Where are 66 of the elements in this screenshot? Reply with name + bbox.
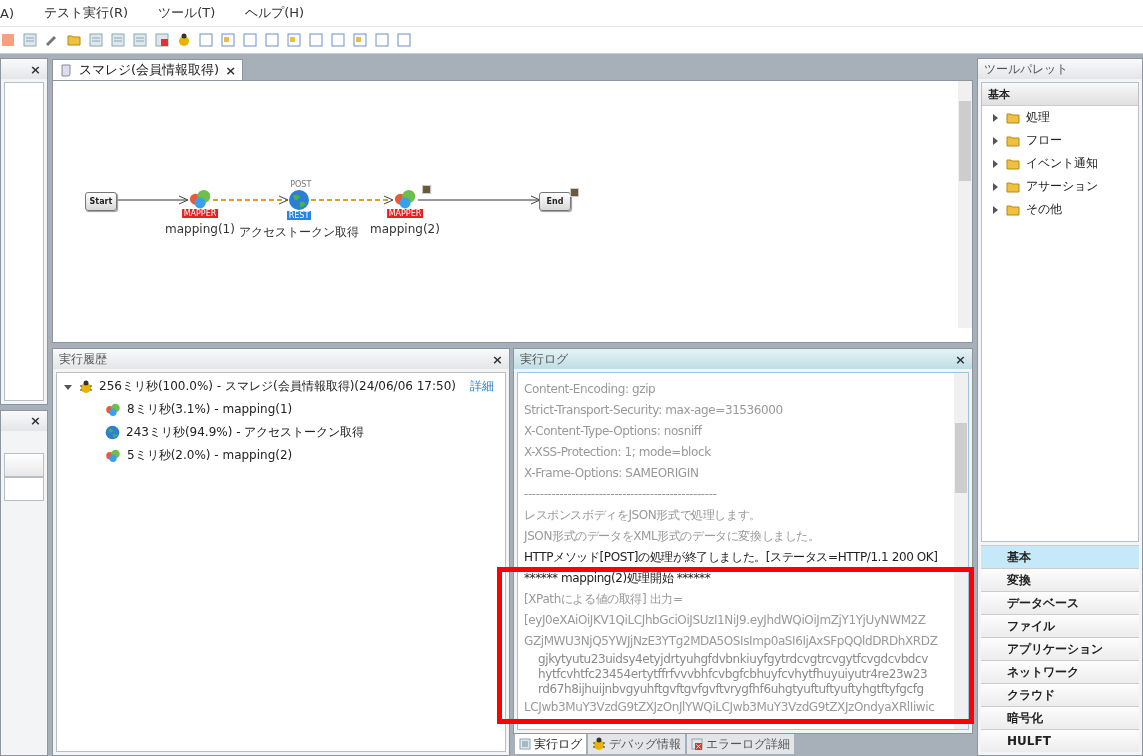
log-line: X-XSS-Protection: 1; mode=block [524,444,712,461]
category-item[interactable]: 基本 [981,545,1139,568]
history-entry[interactable]: 243ミリ秒(94.9%) - アクセストークン取得 [126,424,365,441]
node-badge: MAPPER [386,209,424,219]
editor-tab[interactable]: スマレジ(会員情報取得) × [52,59,244,80]
close-button[interactable]: × [955,351,966,367]
log-line: gjkytyutu23uidsy4etyjdrtyuhgfdvbnkiuyfgytrdcvgtrcvgytfcvgdcvbdcv [537,652,929,667]
log-line: [XPathによる値の取得] 出力= [524,591,684,608]
close-button[interactable]: × [30,413,41,428]
close-button[interactable]: × [30,61,41,77]
category-item[interactable]: クラウド [981,683,1139,706]
tree-item[interactable]: 処理 [1026,109,1050,126]
log-line: Content-Encoding: gzip [524,381,657,398]
mapper-node[interactable]: MAPPER [378,185,432,219]
details-link[interactable]: 詳細 [470,378,494,395]
panel-title: 実行履歴 [59,350,107,368]
close-button[interactable]: × [492,351,503,367]
panel-title: 実行ログ [520,350,568,368]
category-item[interactable]: データベース [981,591,1139,614]
log-line: レスポンスボディをJSON形式で処理します。 [524,507,762,524]
history-entry[interactable]: 256ミリ秒(100.0%) - スマレジ(会員情報取得)(24/06/06 17:50) [99,378,456,395]
tree-item[interactable]: その他 [1026,201,1062,218]
tab-label: スマレジ(会員情報取得) [79,61,220,79]
log-line: ****** mapping(2)処理開始 ****** [524,570,712,587]
log-line: LCJwb3MuY3VzdG9tZXJzOnJlYWQiLCJwb3MuY3VzdG9tZXJzOndyaXRlIiwic [524,699,936,716]
globe-node[interactable]: POST REST [278,176,320,220]
log-line: rd67h8ijhuijnbvgyuhftgvftgvfgvftvrygfhf6uhgtyuftuftyuftyhgtftyfgcfg [537,682,925,697]
category-item[interactable]: 変換 [981,568,1139,591]
node-badge: REST [286,211,312,220]
history-entry[interactable]: 5ミリ秒(2.0%) - mapping(2) [127,447,293,464]
tree-item[interactable]: イベント通知 [1026,155,1098,172]
menu-item[interactable]: A) [0,5,14,21]
category-item[interactable]: 暗号化 [981,706,1139,729]
history-entry[interactable]: 8ミリ秒(3.1%) - mapping(1) [127,401,293,418]
log-line: X-Content-Type-Options: nosniff [524,423,704,440]
node-label: アクセストークン取得 [239,224,359,241]
node-badge: MAPPER [181,209,219,219]
log-line: [eyJ0eXAiOiJKV1QiLCJhbGciOiJSUzI1NiJ9.eyJhdWQiOiJmZjY1YjUyNWM2Z [524,612,927,629]
tree-item[interactable]: アサーション [1026,178,1098,195]
node-label: mapping(2) [370,222,440,237]
terminal-node: Start [85,192,117,211]
category-item[interactable]: アプリケーション [981,637,1139,660]
category-item[interactable]: ファイル [981,614,1139,637]
log-line: JSON形式のデータをXML形式のデータに変換しました。 [524,528,821,545]
mapper-node[interactable]: MAPPER [173,185,227,219]
node-label: mapping(1) [165,222,235,237]
menu-item[interactable]: ヘルプ(H) [245,4,305,22]
section-header: 基本 [982,83,1138,106]
log-line: GZjMWU3NjQ5YWJjNzE3YTg2MDA5OSIsImp0aSI6IjAxSFpQQldDRDhXRDZ [524,633,939,650]
terminal-node: End [539,192,571,211]
panel-tab[interactable]: エラーログ詳細 [687,734,794,754]
log-line: Strict-Transport-Security: max-age=31536000 [524,402,784,419]
category-item[interactable]: ネットワーク [981,660,1139,683]
panel-tab[interactable]: 実行ログ [515,734,586,754]
menu-item[interactable]: テスト実行(R) [43,4,129,22]
method-label: POST [290,180,312,189]
tree-item[interactable]: フロー [1026,132,1062,149]
log-line: ------------------------------------------------- [524,486,718,503]
close-button[interactable]: × [225,62,237,78]
log-line: X-Frame-Options: SAMEORIGIN [524,465,700,482]
menu-item[interactable]: ツール(T) [158,4,216,22]
log-line: HTTPメソッド[POST]の処理が終了しました。[ステータス=HTTP/1.1 200 OK] [524,549,939,566]
panel-tab[interactable]: デバッグ情報 [588,734,685,754]
log-line: hytfcvhtfc23454ertytffrfvvvbhfcvbgfcbhuyfcvhytfhuyuiyutr4re23w23 [537,667,929,682]
category-item[interactable]: HULFT [981,729,1139,752]
panel-title: ツールパレット [984,60,1068,78]
